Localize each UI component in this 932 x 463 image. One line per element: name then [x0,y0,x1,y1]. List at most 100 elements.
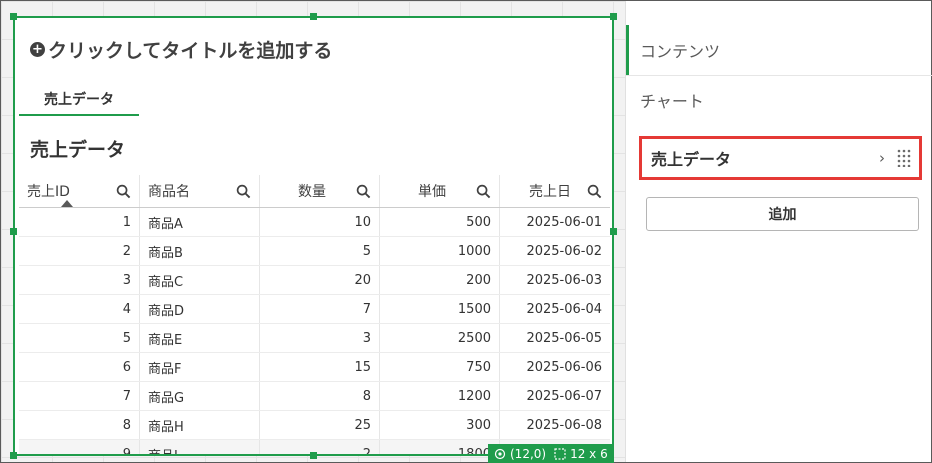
target-icon [494,448,506,460]
cell-sales-id: 5 [19,324,140,352]
table-row[interactable]: 1 商品A 10 500 2025-06-01 [19,208,610,237]
add-button[interactable]: 追加 [646,197,919,231]
column-header-label: 単価 [418,184,446,200]
cell-sales-id: 1 [19,208,140,236]
cell-quantity: 8 [260,382,380,410]
cell-unit-price: 750 [380,353,500,381]
cell-sales-id: 3 [19,266,140,294]
cell-sales-date: 2025-06-01 [526,214,602,230]
cell-quantity: 10 [260,208,380,236]
cell-sales-date: 2025-06-02 [526,243,602,259]
cell-product-name: 商品D [140,295,260,323]
cell-sales-date: 2025-06-05 [526,330,602,346]
cell-unit-price: 1500 [380,295,500,323]
cell-product-name: 商品I [140,440,260,454]
cell-unit-price: 2500 [380,324,500,352]
cell-quantity: 5 [260,237,380,265]
table-row[interactable]: 8 商品H 25 300 2025-06-08 [19,411,610,440]
resize-handle-bottom-left[interactable] [10,452,17,459]
resize-handle-top[interactable] [310,13,317,20]
cell-product-name: 商品F [140,353,260,381]
table-row[interactable]: 4 商品D 7 1500 2025-06-04 [19,295,610,324]
search-icon[interactable] [116,184,131,199]
panel-tab-label: コンテンツ [640,42,721,61]
search-icon[interactable] [587,184,602,199]
assets-panel: コンテンツ チャート 売上データ › 追加 [625,1,932,462]
cell-unit-price: 1200 [380,382,500,410]
table-title: 売上データ [30,139,126,161]
cell-sales-date: 2025-06-07 [526,388,602,404]
cell-product-name: 商品H [140,411,260,439]
cell-sales-date: 2025-06-03 [526,272,602,288]
resize-handle-top-right[interactable] [610,13,617,20]
table-row[interactable]: 3 商品C 20 200 2025-06-03 [19,266,610,295]
resize-handle-bottom[interactable] [310,452,317,459]
selection-icon [554,448,566,460]
column-header-label: 商品名 [148,184,190,200]
cell-sales-date: 2025-06-06 [526,359,602,375]
cell-quantity: 25 [260,411,380,439]
sheet-title-placeholder[interactable]: + クリックしてタイトルを追加する [30,36,332,63]
column-header-quantity[interactable]: 数量 [260,175,380,207]
chevron-right-icon: › [879,149,885,167]
cell-product-name: 商品A [140,208,260,236]
plus-circle-icon: + [30,42,45,57]
resize-handle-right[interactable] [610,228,617,235]
cell-product-name: 商品G [140,382,260,410]
cell-sales-id: 8 [19,411,140,439]
cell-sales-id: 2 [19,237,140,265]
panel-tab-contents[interactable]: コンテンツ [626,25,932,75]
cell-quantity: 3 [260,324,380,352]
cell-quantity: 7 [260,295,380,323]
table-row[interactable]: 2 商品B 5 1000 2025-06-02 [19,237,610,266]
cell-product-name: 商品C [140,266,260,294]
cell-product-name: 商品B [140,237,260,265]
column-header-product-name[interactable]: 商品名 [140,175,260,207]
search-icon[interactable] [356,184,371,199]
cell-unit-price: 200 [380,266,500,294]
search-icon[interactable] [236,184,251,199]
position-readout: (12,0) [510,447,547,461]
table-row[interactable]: 6 商品F 15 750 2025-06-06 [19,353,610,382]
sort-ascending-icon [61,200,73,207]
resize-handle-left[interactable] [10,228,17,235]
column-header-sales-date[interactable]: 売上日 [500,175,610,207]
tab-sales-data[interactable]: 売上データ [19,84,139,116]
cell-quantity: 15 [260,353,380,381]
column-header-label: 売上ID [27,184,70,200]
cell-unit-price: 1800 [380,440,500,454]
search-icon[interactable] [476,184,491,199]
cell-unit-price: 1000 [380,237,500,265]
size-readout: 12 x 6 [570,447,608,461]
cell-sales-id: 4 [19,295,140,323]
position-size-badge: (12,0) 12 x 6 [488,444,614,463]
cell-product-name: 商品E [140,324,260,352]
drag-grip-icon[interactable] [897,149,911,167]
table-header-row: 売上ID 商品名 数量 単価 売上日 [19,175,610,208]
column-header-label: 売上日 [529,184,571,200]
cell-sales-id: 7 [19,382,140,410]
cell-quantity: 20 [260,266,380,294]
data-table: 売上ID 商品名 数量 単価 売上日 1 商品A 10 500 2025-06-… [19,175,610,454]
resize-handle-top-left[interactable] [10,13,17,20]
panel-tab-charts[interactable]: チャート [626,75,932,125]
cell-sales-date: 2025-06-04 [526,301,602,317]
cell-sales-id: 9 [19,440,140,454]
cell-quantity: 2 [260,440,380,454]
column-header-unit-price[interactable]: 単価 [380,175,500,207]
cell-sales-id: 6 [19,353,140,381]
sheet-title-text: クリックしてタイトルを追加する [48,40,333,62]
panel-tab-label: チャート [640,92,704,111]
cell-unit-price: 500 [380,208,500,236]
sheet-object[interactable]: + クリックしてタイトルを追加する 売上データ 売上データ 売上ID 商品名 数… [13,16,614,456]
tab-label: 売上データ [44,92,114,108]
sheet-list-item[interactable]: 売上データ › [639,136,922,180]
table-row[interactable]: 7 商品G 8 1200 2025-06-07 [19,382,610,411]
cell-sales-date: 2025-06-08 [526,417,602,433]
column-header-label: 数量 [298,184,326,200]
sheet-list-item-label: 売上データ [651,150,732,169]
sheet-canvas: + クリックしてタイトルを追加する 売上データ 売上データ 売上ID 商品名 数… [1,1,625,462]
table-row[interactable]: 5 商品E 3 2500 2025-06-05 [19,324,610,353]
cell-unit-price: 300 [380,411,500,439]
column-header-sales-id[interactable]: 売上ID [19,175,140,207]
